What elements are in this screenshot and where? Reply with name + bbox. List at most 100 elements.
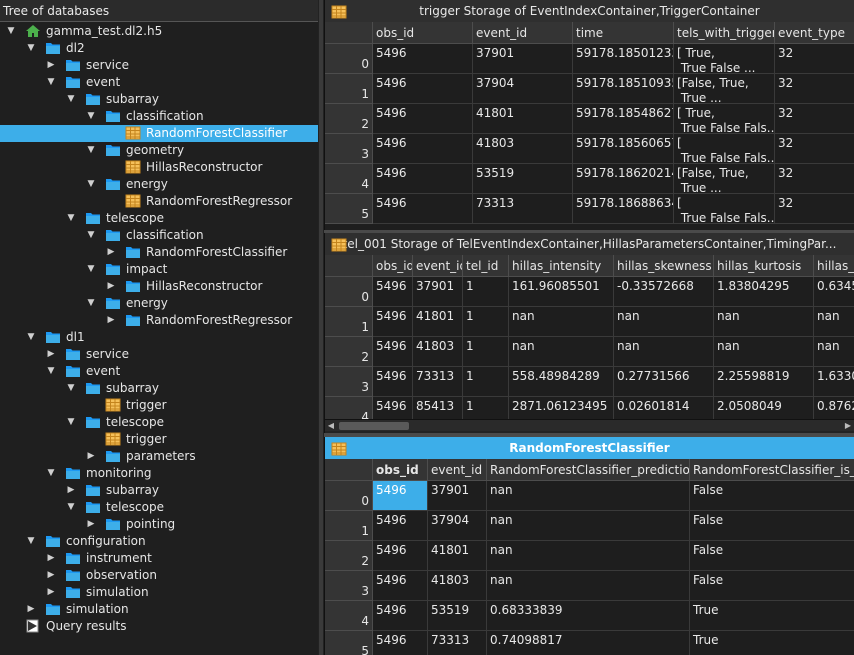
- row-header[interactable]: 0: [325, 44, 373, 74]
- column-header[interactable]: RandomForestClassifier_is_valid: [690, 459, 854, 481]
- row-header[interactable]: 3: [325, 367, 373, 397]
- expand-arrow-down-icon[interactable]: ▼: [85, 176, 97, 193]
- table-cell[interactable]: 0.68333839: [487, 601, 690, 631]
- grid-corner[interactable]: [325, 255, 373, 277]
- table-cell[interactable]: 73313: [473, 194, 573, 224]
- table-cell[interactable]: nan: [487, 481, 690, 511]
- row-header[interactable]: 2: [325, 337, 373, 367]
- tree-node[interactable]: ▼ impact: [0, 261, 318, 278]
- tree-node[interactable]: ▶ instrument: [0, 550, 318, 567]
- column-header[interactable]: hillas_skewness: [614, 255, 714, 277]
- tree-node[interactable]: ▶ observation: [0, 567, 318, 584]
- horizontal-scrollbar[interactable]: ◀ ▶: [325, 419, 854, 431]
- table-cell[interactable]: 5496: [373, 277, 413, 307]
- column-header[interactable]: event_id: [413, 255, 463, 277]
- expand-arrow-right-icon[interactable]: ▶: [105, 278, 117, 295]
- column-header[interactable]: obs_id: [373, 255, 413, 277]
- row-header[interactable]: 2: [325, 104, 373, 134]
- window-title-bar[interactable]: tel_001 Storage of TelEventIndexContaine…: [325, 233, 854, 255]
- expand-arrow-down-icon[interactable]: ▼: [65, 499, 77, 516]
- table-cell[interactable]: 2.25598819: [714, 367, 814, 397]
- table-cell[interactable]: 1: [463, 307, 509, 337]
- column-header[interactable]: event_type: [775, 22, 854, 44]
- expand-arrow-down-icon[interactable]: ▼: [85, 227, 97, 244]
- table-cell[interactable]: 37901: [413, 277, 463, 307]
- scrollbar-thumb[interactable]: [339, 422, 409, 430]
- expand-arrow-right-icon[interactable]: ▶: [65, 482, 77, 499]
- table-cell[interactable]: 2.0508049: [714, 397, 814, 419]
- row-header[interactable]: 3: [325, 134, 373, 164]
- table-cell[interactable]: 37904: [473, 74, 573, 104]
- table-cell[interactable]: [ True False Fals...: [674, 194, 775, 224]
- table-cell[interactable]: [ True, True False Fals...: [674, 104, 775, 134]
- tree-node[interactable]: ▶ RandomForestClassifier: [0, 244, 318, 261]
- table-cell[interactable]: 5496: [373, 134, 473, 164]
- table-cell[interactable]: False: [690, 571, 854, 601]
- tree-node[interactable]: ▼ configuration: [0, 533, 318, 550]
- table-cell[interactable]: 59178.18620214: [573, 164, 674, 194]
- row-header[interactable]: 1: [325, 511, 373, 541]
- expand-arrow-right-icon[interactable]: ▶: [45, 567, 57, 584]
- expand-arrow-down-icon[interactable]: ▼: [5, 23, 17, 40]
- expand-arrow-right-icon[interactable]: ▶: [45, 346, 57, 363]
- grid-corner[interactable]: [325, 22, 373, 44]
- table-cell[interactable]: 73313: [413, 367, 463, 397]
- tree-node[interactable]: ▼ telescope: [0, 499, 318, 516]
- column-header[interactable]: tel_id: [463, 255, 509, 277]
- expand-arrow-down-icon[interactable]: ▼: [65, 380, 77, 397]
- tree-node[interactable]: ▶ simulation: [0, 601, 318, 618]
- row-header[interactable]: 3: [325, 571, 373, 601]
- table-cell[interactable]: 2871.06123495: [509, 397, 614, 419]
- table-cell[interactable]: 5496: [373, 571, 428, 601]
- tree-node[interactable]: ▼ subarray: [0, 91, 318, 108]
- tree-node[interactable]: ▼ monitoring: [0, 465, 318, 482]
- table-cell[interactable]: False: [690, 541, 854, 571]
- row-header[interactable]: 0: [325, 277, 373, 307]
- table-cell[interactable]: 5496: [373, 541, 428, 571]
- table-cell[interactable]: 32: [775, 74, 854, 104]
- table-cell[interactable]: 5496: [373, 194, 473, 224]
- table-cell[interactable]: 5496: [373, 164, 473, 194]
- column-header[interactable]: event_id: [473, 22, 573, 44]
- scroll-right-icon[interactable]: ▶: [842, 420, 854, 432]
- tree-node[interactable]: ▼ energy: [0, 176, 318, 193]
- table-cell[interactable]: 0.8762277: [814, 397, 854, 419]
- table-cell[interactable]: 5496: [373, 74, 473, 104]
- tree-node[interactable]: ▼ classification: [0, 227, 318, 244]
- tree-node[interactable]: ▼ telescope: [0, 414, 318, 431]
- expand-arrow-down-icon[interactable]: ▼: [45, 465, 57, 482]
- expand-arrow-down-icon[interactable]: ▼: [85, 295, 97, 312]
- table-cell[interactable]: 5496: [373, 511, 428, 541]
- table-cell[interactable]: [ True, True False ...: [674, 44, 775, 74]
- table-cell[interactable]: nan: [509, 307, 614, 337]
- table-cell[interactable]: 32: [775, 134, 854, 164]
- tree-node[interactable]: ▼ event: [0, 74, 318, 91]
- expand-arrow-right-icon[interactable]: ▶: [25, 601, 37, 618]
- table-cell[interactable]: 53519: [473, 164, 573, 194]
- tree-node[interactable]: ▼ dl1: [0, 329, 318, 346]
- table-cell[interactable]: 5496: [373, 367, 413, 397]
- table-cell[interactable]: nan: [487, 571, 690, 601]
- tree-node[interactable]: ▼ event: [0, 363, 318, 380]
- row-header[interactable]: 0: [325, 481, 373, 511]
- table-cell[interactable]: False: [690, 511, 854, 541]
- tree-node[interactable]: Query results: [0, 618, 318, 635]
- table-cell[interactable]: 37904: [428, 511, 487, 541]
- table-cell[interactable]: 1: [463, 337, 509, 367]
- scroll-left-icon[interactable]: ◀: [325, 420, 337, 432]
- tree-node[interactable]: ▶ HillasReconstructor: [0, 278, 318, 295]
- row-header[interactable]: 1: [325, 307, 373, 337]
- table-cell[interactable]: nan: [814, 337, 854, 367]
- table-cell[interactable]: nan: [814, 307, 854, 337]
- table-cell[interactable]: 41801: [473, 104, 573, 134]
- tree-node[interactable]: trigger: [0, 397, 318, 414]
- table-cell[interactable]: [False, True, True ...: [674, 164, 775, 194]
- table-cell[interactable]: 5496: [373, 631, 428, 655]
- tree-node[interactable]: HillasReconstructor: [0, 159, 318, 176]
- table-cell[interactable]: [ True False Fals...: [674, 134, 775, 164]
- expand-arrow-down-icon[interactable]: ▼: [65, 210, 77, 227]
- table-cell[interactable]: 32: [775, 164, 854, 194]
- expand-arrow-right-icon[interactable]: ▶: [45, 57, 57, 74]
- tree-node[interactable]: ▶ pointing: [0, 516, 318, 533]
- table-cell[interactable]: 59178.18510935: [573, 74, 674, 104]
